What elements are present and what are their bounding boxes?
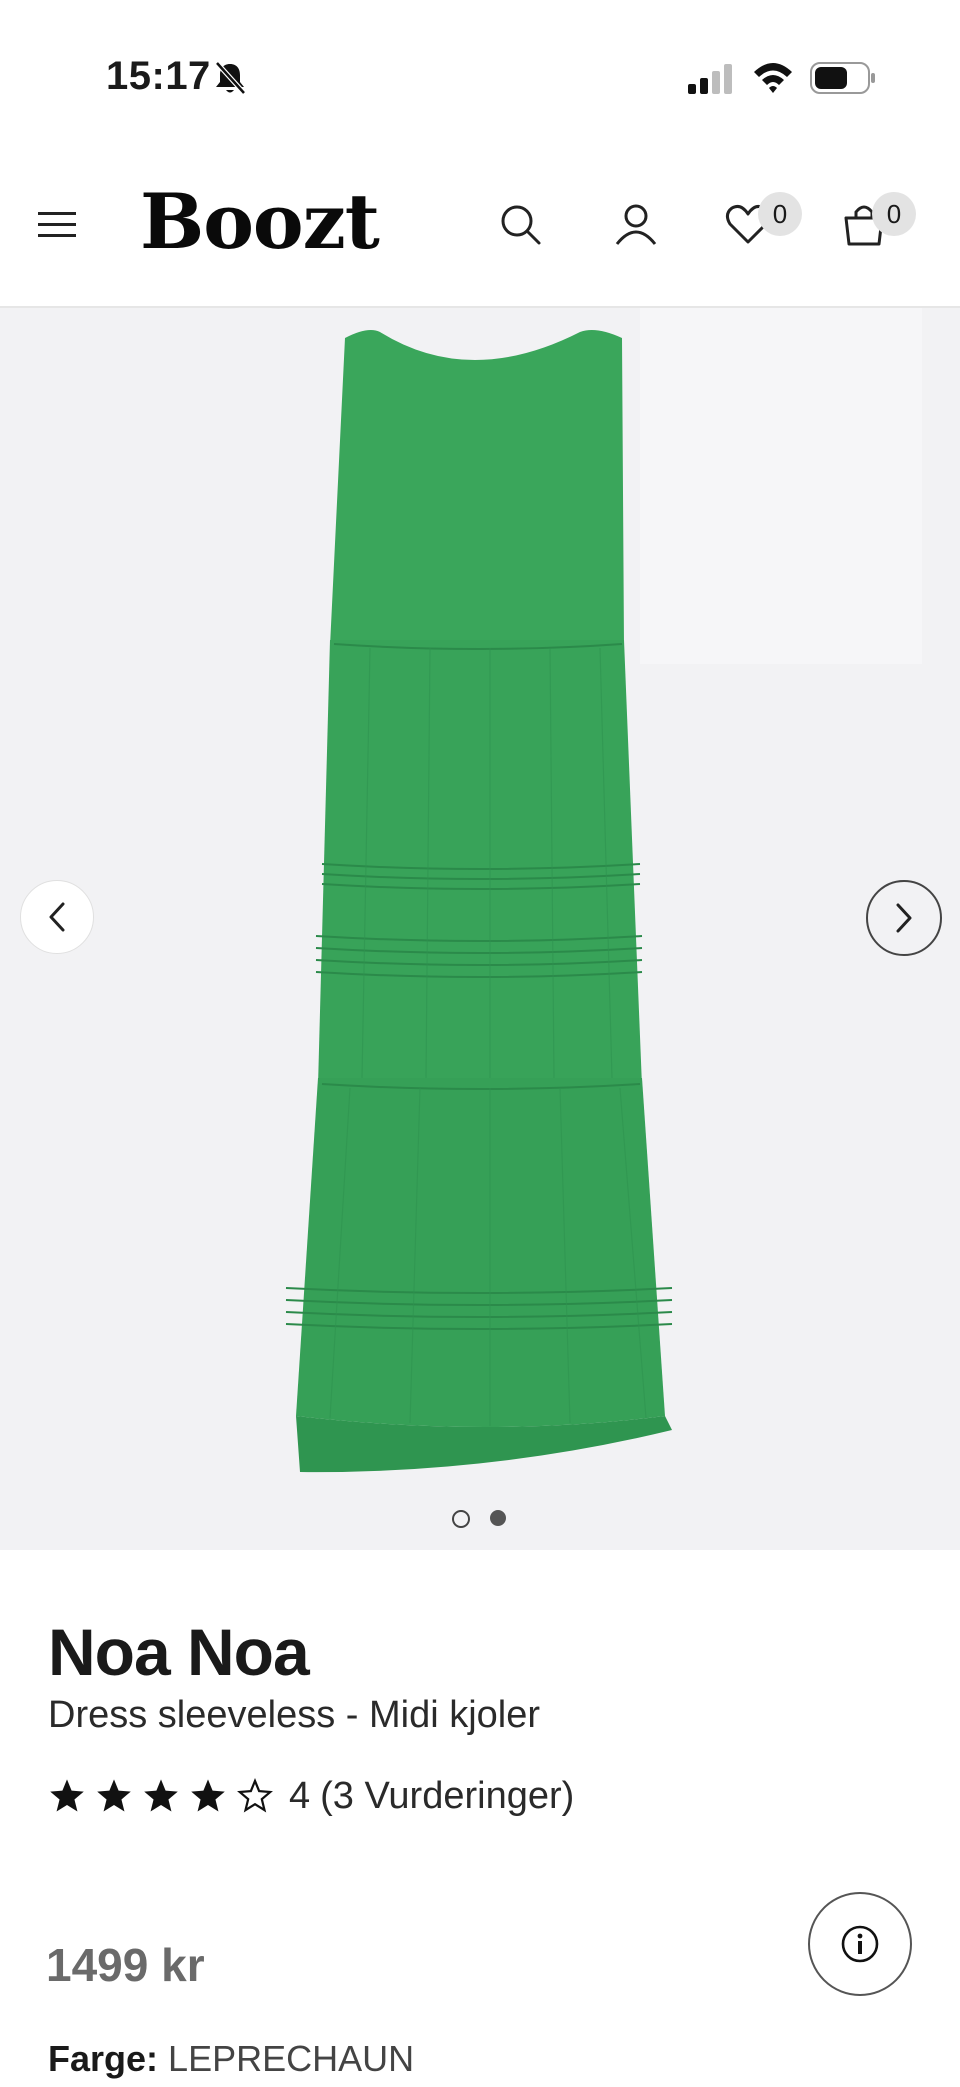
battery-icon (810, 62, 875, 94)
color-label: Farge: (48, 2038, 159, 2079)
chevron-right-icon (896, 903, 912, 933)
next-image-button[interactable] (866, 880, 942, 956)
color-value: LEPRECHAUN (168, 2038, 415, 2079)
product-brand[interactable]: Noa Noa (48, 1614, 310, 1690)
bell-off-icon (215, 61, 246, 95)
wifi-icon (754, 63, 792, 93)
gallery-pagination (450, 1510, 510, 1532)
account-icon[interactable] (612, 200, 660, 248)
info-icon (841, 1925, 879, 1963)
pagination-dot-1[interactable] (452, 1510, 470, 1528)
wishlist-count-badge: 0 (758, 192, 802, 236)
boozt-logo[interactable]: Boozt (140, 184, 380, 260)
product-image-dress (285, 308, 922, 1473)
menu-icon[interactable] (38, 210, 78, 240)
product-info: Noa Noa Dress sleeveless - Midi kjoler 4… (0, 1550, 960, 2087)
signal-icon (688, 64, 732, 94)
product-name: Dress sleeveless - Midi kjoler (48, 1694, 541, 1736)
star-filled-icon (50, 1779, 84, 1812)
rating-value: 4 (289, 1774, 311, 1817)
chevron-left-icon (49, 902, 65, 932)
star-filled-icon (97, 1779, 131, 1812)
product-rating[interactable]: 4 (3 Vurderinger) (48, 1772, 574, 1820)
pagination-dot-2-active[interactable] (490, 1510, 506, 1526)
site-header: Boozt 0 0 (0, 150, 960, 308)
price-info-button[interactable] (808, 1892, 912, 1996)
star-empty-icon (237, 1778, 273, 1813)
status-bar: 15:17 (0, 0, 960, 150)
star-filled-icon (144, 1779, 178, 1812)
product-image-gallery[interactable] (0, 308, 960, 1550)
star-filled-icon (191, 1779, 225, 1812)
rating-count[interactable]: (3 Vurderinger) (320, 1775, 574, 1818)
bag-count-badge: 0 (872, 192, 916, 236)
product-color: Farge: LEPRECHAUN (48, 2038, 414, 2080)
status-time: 15:17 (106, 54, 211, 98)
previous-image-button[interactable] (20, 880, 94, 954)
product-price: 1499 kr (46, 1939, 205, 1991)
search-icon[interactable] (496, 200, 544, 248)
